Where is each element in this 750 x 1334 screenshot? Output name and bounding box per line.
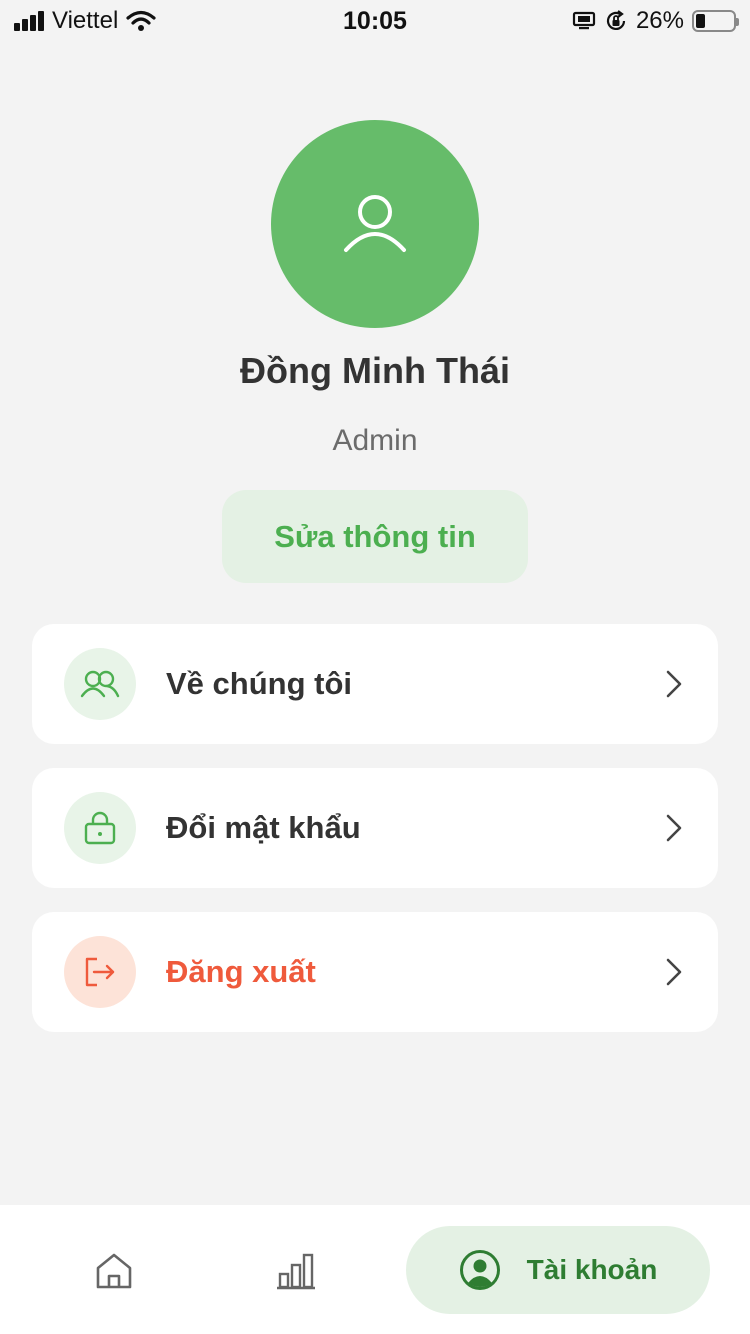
menu-icon-container [64,648,136,720]
nav-account[interactable]: Tài khoản [406,1226,710,1314]
nav-home[interactable] [74,1241,154,1301]
menu-item-logout[interactable]: Đăng xuất [32,912,718,1032]
chevron-right-icon [666,814,682,842]
screen-mirror-icon [572,11,596,30]
edit-profile-button[interactable]: Sửa thông tin [222,490,528,583]
menu-icon-container [64,936,136,1008]
profile-role: Admin [332,424,418,457]
signal-icon [14,11,44,31]
menu-item-about-us[interactable]: Về chúng tôi [32,624,718,744]
menu-icon-container [64,792,136,864]
menu-item-change-password[interactable]: Đổi mật khẩu [32,768,718,888]
logout-icon [85,957,115,987]
clock: 10:05 [343,6,407,35]
carrier-label: Viettel [52,7,119,34]
rotation-lock-icon [606,10,626,30]
menu-label-change-password: Đổi mật khẩu [166,810,361,845]
battery-icon [692,10,739,32]
status-bar: Viettel 10:05 26% [0,0,750,42]
user-icon [344,195,406,252]
menu-label-about-us: Về chúng tôi [166,666,352,701]
menu-label-logout: Đăng xuất [166,954,316,989]
avatar[interactable] [271,120,479,328]
nav-statistics[interactable] [256,1241,336,1301]
chevron-right-icon [666,670,682,698]
bar-chart-icon [277,1253,315,1290]
status-right: 26% [572,7,739,35]
battery-percent: 26% [635,7,684,34]
account-icon [459,1250,500,1290]
users-icon [80,670,120,698]
profile-name: Đồng Minh Thái [240,350,510,391]
status-left: Viettel [14,7,156,35]
lock-icon [84,811,116,845]
bottom-nav: Tài khoản [0,1205,750,1334]
nav-account-label: Tài khoản [526,1254,658,1285]
battery-level [696,14,706,28]
home-icon [96,1253,132,1289]
wifi-icon [126,10,156,31]
account-screen: Viettel 10:05 26% Đồng Minh Thái Admin S… [0,0,750,1334]
chevron-right-icon [666,958,682,986]
